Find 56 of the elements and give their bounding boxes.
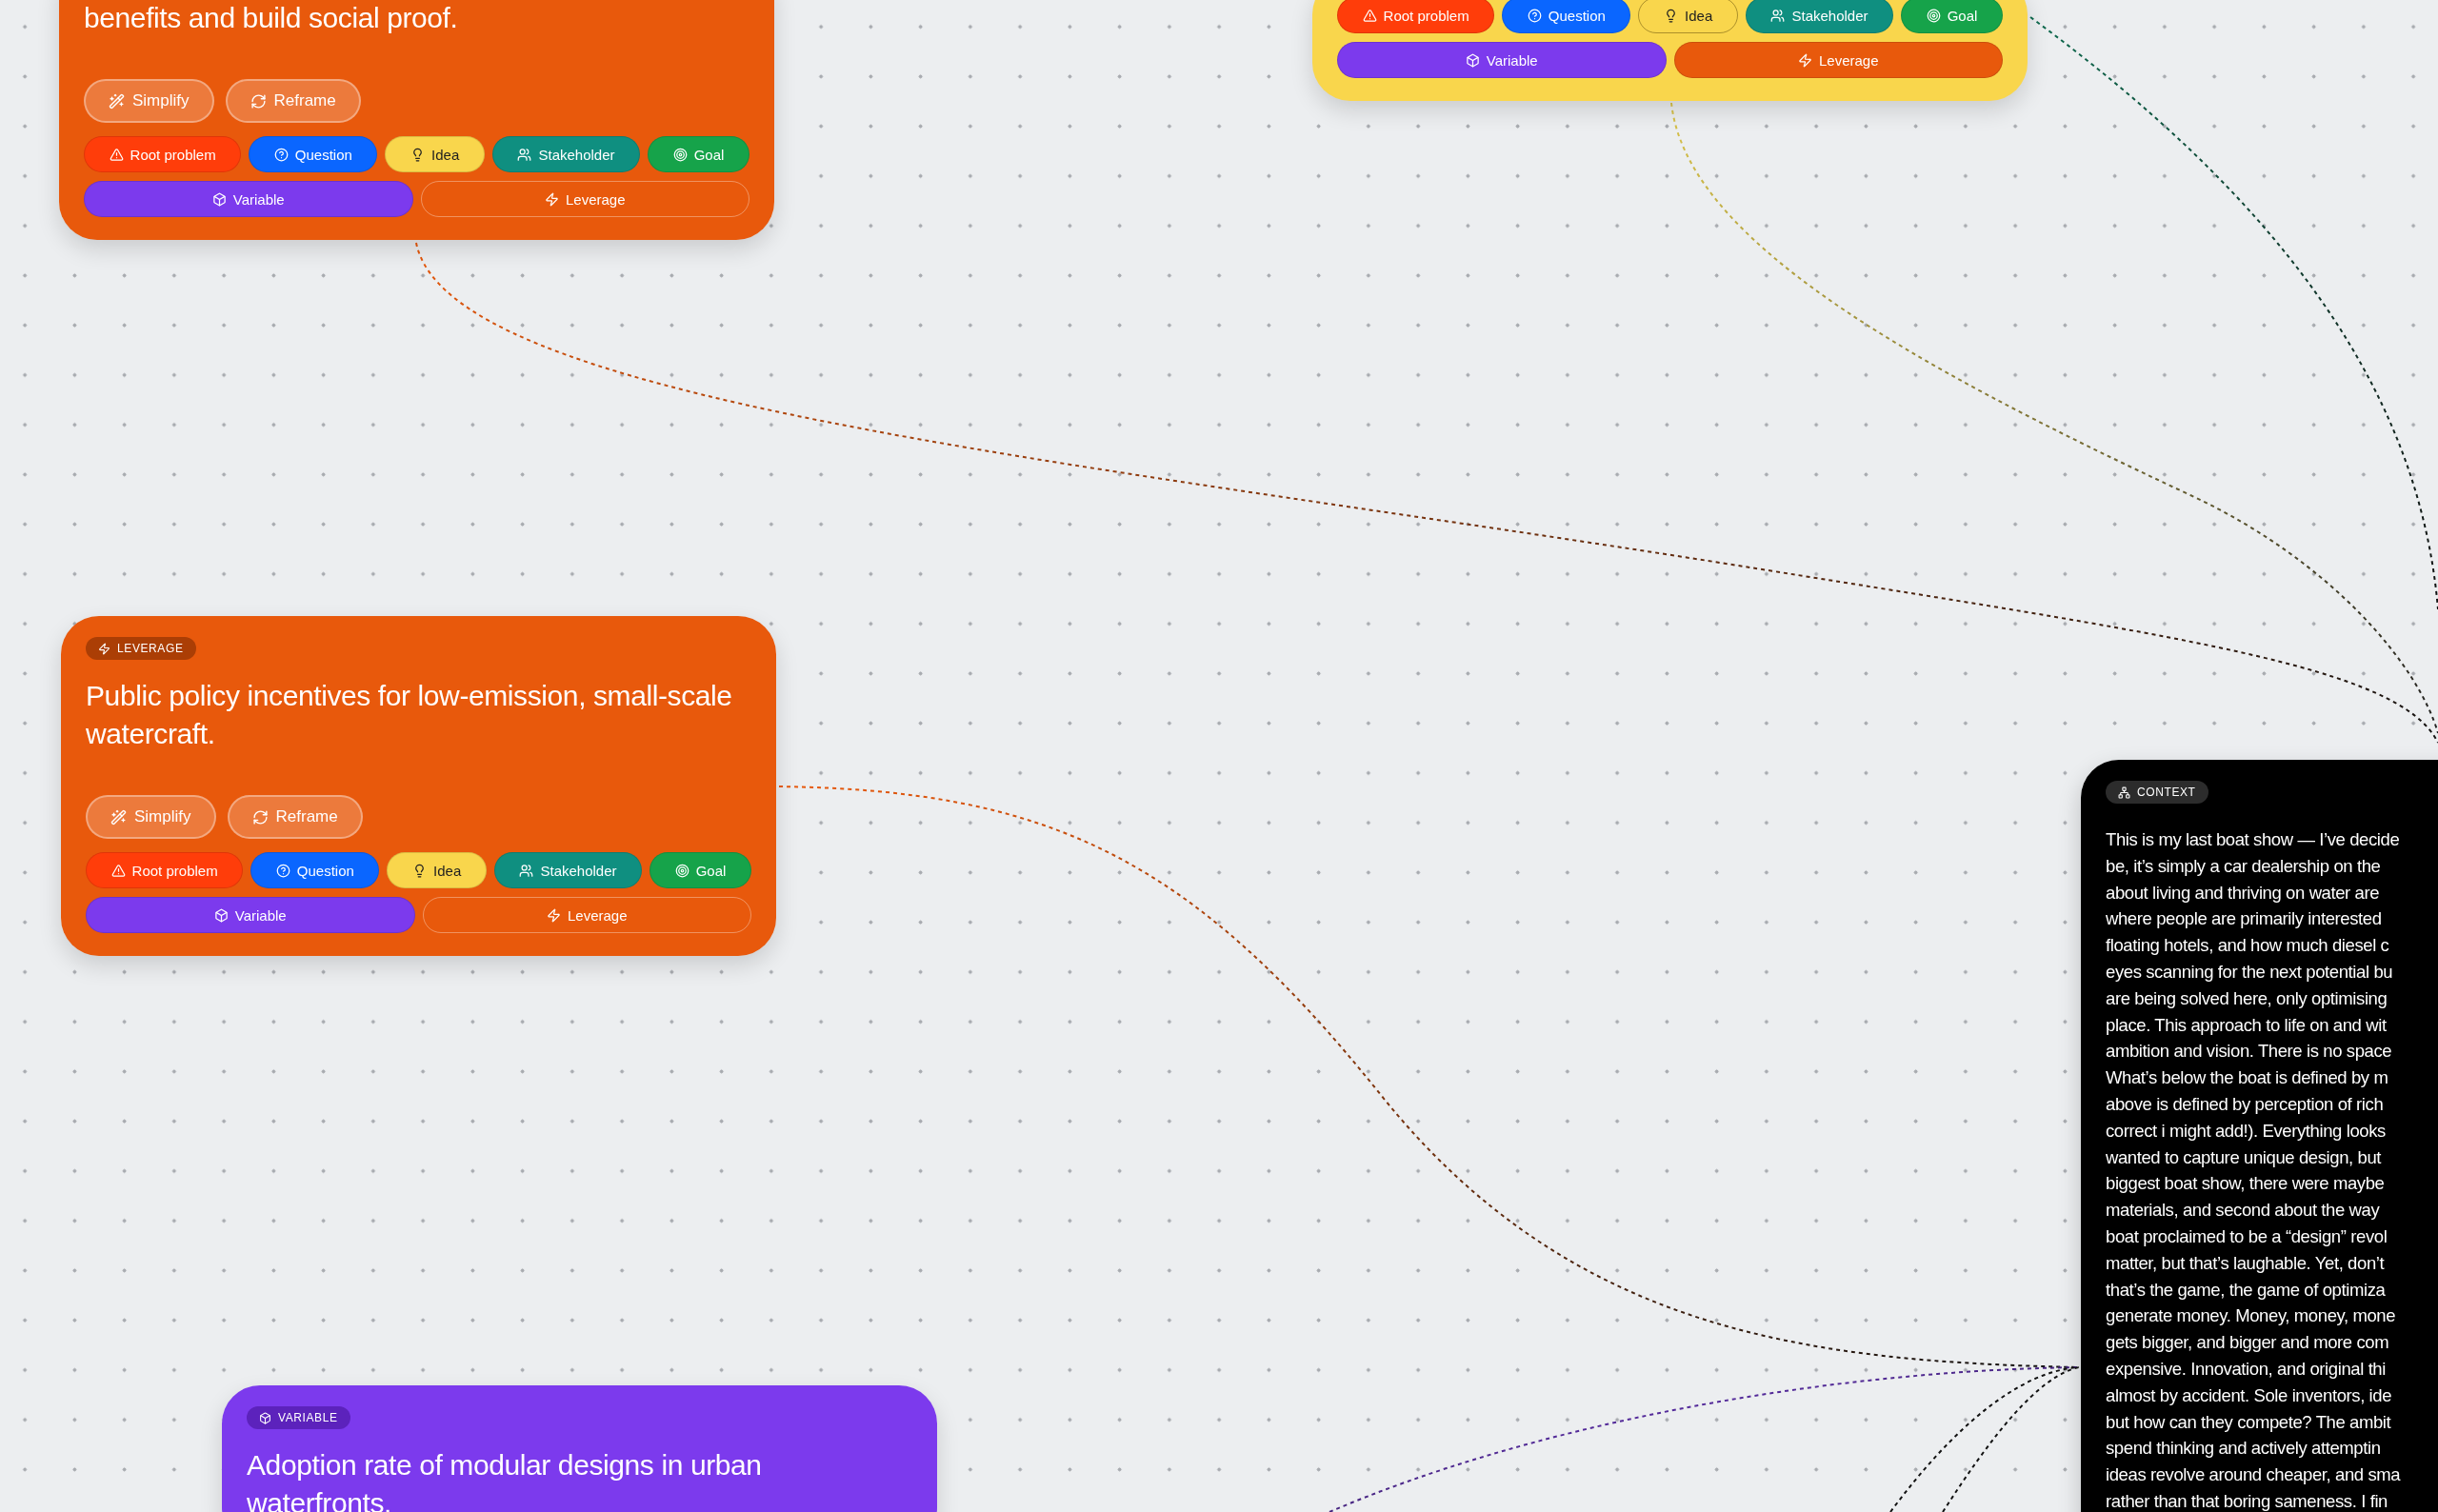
badge-label: LEVERAGE	[117, 642, 184, 655]
type-chip[interactable]: Goal	[649, 852, 751, 888]
type-chip[interactable]: Variable	[84, 181, 413, 217]
type-chip[interactable]: Variable	[86, 897, 415, 933]
target-icon	[674, 863, 689, 878]
card-title: Public policy incentives for low-emission, small-scale watercraft.	[86, 679, 733, 751]
lightning-icon	[546, 907, 561, 923]
node-card[interactable]: Root problem Question Idea Stakeholder Goal Variable Leverage	[1312, 0, 2028, 101]
context-text: This is my last boat show — I’ve decide be, it’s simply a car dealership on the about living and thriving on water are where people are primarily interested floating hotels, and how much diesel c eyes scanning for the next potential bu are being solved here, only optimising place. This approach to life on and wit ambition and vision. There is no space What’s below the boat is defined by m above is defined by perception of rich correct i might add!). Everything looks wanted to capture unique design, but biggest boat show, there were maybe materials, and second about the way boat proclaimed to be a “design” revol matter, but that’s laughable. Yet, don’t that’s the game, the game of optimiza generate money. Money, money, mone gets bigger, and bigger and more com expensive. Innovation, and original thi almost by accident. Sole inventors, ide but how can they compete? The ambit spend thinking and actively attemptin ideas revolve around cheaper, and sma rather than that boring sameness. I fin	[2106, 828, 2402, 1512]
warning-icon	[109, 147, 124, 162]
people-icon	[517, 147, 532, 162]
warning-icon	[110, 863, 126, 878]
type-chip[interactable]: Stakeholder	[1745, 0, 1894, 33]
magic-wand-icon	[109, 92, 125, 109]
node-card[interactable]: LEVERAGE Public policy incentives for low-emission, small-scale watercraft. Simplify Reframe Root problem Question Idea Stakeholder Goal Variable Leverage	[61, 616, 776, 956]
simplify-button[interactable]: Simplify	[86, 795, 216, 839]
type-chip[interactable]: Leverage	[1673, 42, 2003, 78]
refresh-icon	[251, 808, 269, 826]
type-chip[interactable]: Stakeholder	[493, 852, 643, 888]
type-chip[interactable]: Goal	[648, 136, 749, 172]
type-chip[interactable]: Goal	[1901, 0, 2003, 33]
type-chip[interactable]: Variable	[1337, 42, 1667, 78]
lightning-icon	[98, 642, 110, 655]
cube-icon	[259, 1411, 271, 1424]
target-icon	[672, 147, 688, 162]
lightning-icon	[1797, 52, 1812, 68]
cube-icon	[213, 907, 229, 923]
cube-icon	[211, 191, 227, 207]
help-icon	[273, 147, 289, 162]
type-chip[interactable]: Root problem	[86, 852, 244, 888]
type-chip[interactable]: Question	[249, 136, 378, 172]
refresh-icon	[250, 92, 267, 109]
badge-label: VARIABLE	[278, 1411, 338, 1424]
type-chip[interactable]: Root problem	[84, 136, 242, 172]
magic-wand-icon	[110, 808, 127, 826]
reframe-button[interactable]: Reframe	[227, 795, 363, 839]
badge-label: CONTEXT	[2137, 786, 2196, 799]
type-chip[interactable]: Question	[1502, 0, 1631, 33]
people-icon	[1770, 8, 1786, 23]
cube-icon	[1465, 52, 1480, 68]
type-chip[interactable]: Root problem	[1337, 0, 1495, 33]
type-chip[interactable]: Idea	[385, 136, 485, 172]
people-icon	[519, 863, 534, 878]
warning-icon	[1362, 8, 1377, 23]
lightning-icon	[544, 191, 559, 207]
type-chip[interactable]: Stakeholder	[491, 136, 641, 172]
target-icon	[1926, 8, 1941, 23]
type-chip[interactable]: Idea	[387, 852, 487, 888]
help-icon	[1527, 8, 1542, 23]
type-chip[interactable]: Question	[250, 852, 380, 888]
simplify-button[interactable]: Simplify	[84, 79, 214, 123]
help-icon	[275, 863, 290, 878]
reframe-button[interactable]: Reframe	[225, 79, 361, 123]
hierarchy-icon	[2118, 786, 2130, 799]
card-title: benefits and build social proof.	[84, 1, 459, 35]
node-card[interactable]: benefits and build social proof. Simplify Reframe Root problem Question Idea Stakeholder Goal Variable Leverage	[59, 0, 774, 240]
